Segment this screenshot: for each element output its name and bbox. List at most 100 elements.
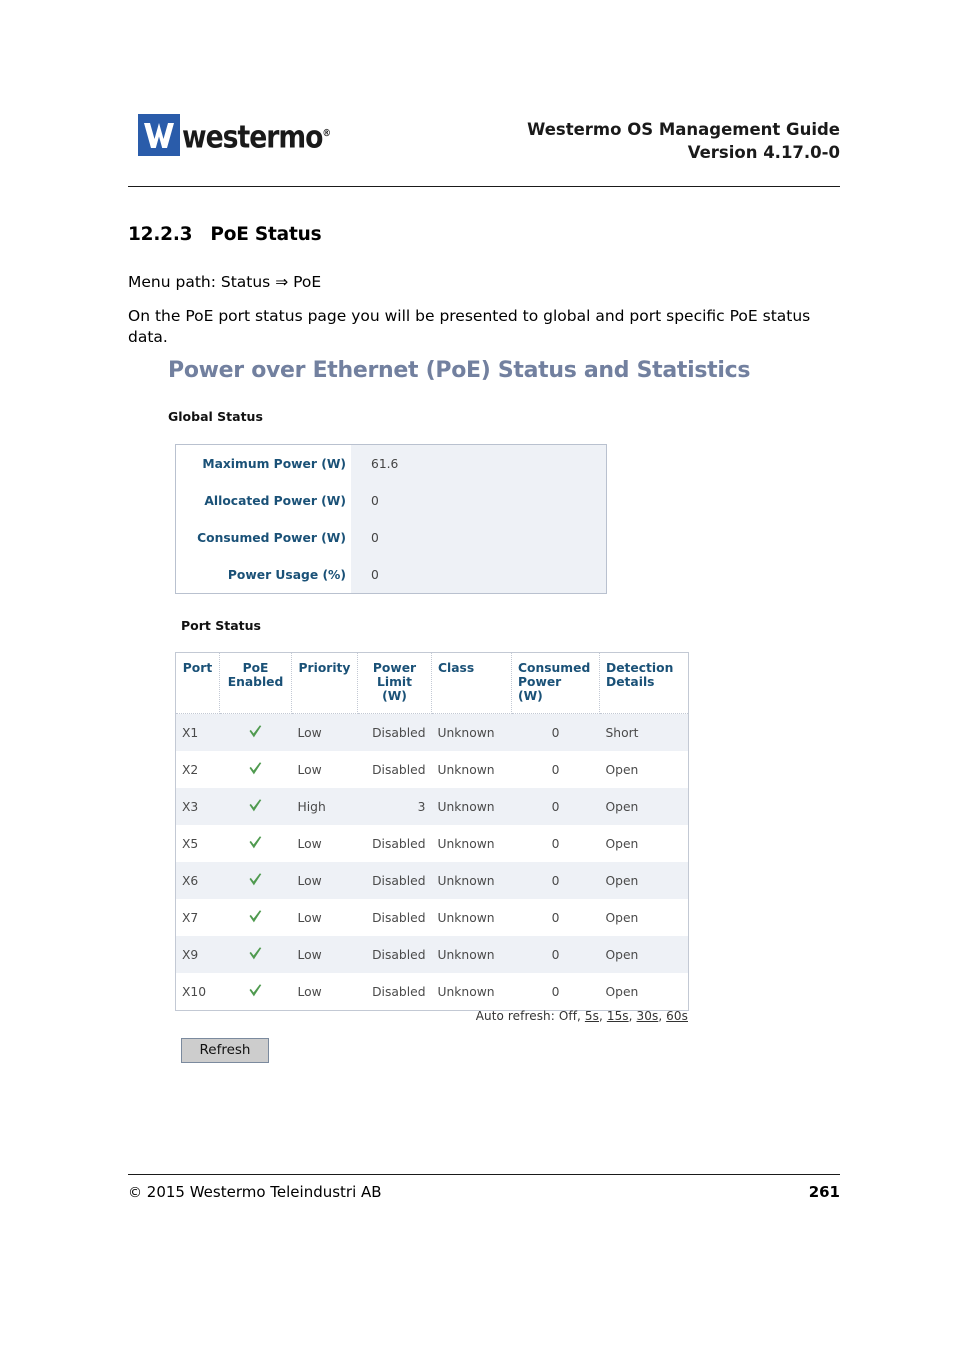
cell-port: X7 xyxy=(175,899,220,936)
header-line: Class xyxy=(438,661,475,675)
cell-consumed-power: 0 xyxy=(511,788,600,825)
global-status-label-cell: Consumed Power (W) xyxy=(175,519,351,556)
cell-priority: Low xyxy=(291,751,358,788)
column-header-poe-enabled: PoE Enabled xyxy=(219,652,292,714)
header-line: Details xyxy=(606,675,655,689)
section-title: PoE Status xyxy=(210,224,322,245)
screenshot-title: Power over Ethernet (PoE) Status and Sta… xyxy=(168,358,751,383)
doc-title: Westermo OS Management Guide xyxy=(527,120,840,139)
global-status-value-cell: 61.6 xyxy=(351,444,607,482)
cell-class: Unknown xyxy=(431,899,512,936)
cell-power-limit: 3 xyxy=(357,788,432,825)
cell-power-limit: Disabled xyxy=(357,713,432,751)
westermo-logo-icon xyxy=(138,114,180,156)
westermo-logo-text: westermo® xyxy=(182,119,331,156)
page-header: westermo® Westermo OS Management Guide V… xyxy=(128,108,840,188)
auto-refresh-15s[interactable]: 15s xyxy=(607,1009,629,1023)
cell-consumed-power: 0 xyxy=(511,751,600,788)
embedded-screenshot: Power over Ethernet (PoE) Status and Sta… xyxy=(165,352,805,424)
copyright-icon: © xyxy=(128,1185,142,1201)
separator: , xyxy=(598,1009,603,1023)
cell-detection-details: Open xyxy=(599,936,689,973)
column-header-class: Class xyxy=(431,652,512,714)
cell-port: X10 xyxy=(175,973,220,1011)
auto-refresh-off[interactable]: Off xyxy=(559,1009,577,1023)
cell-consumed-power: 0 xyxy=(511,862,600,899)
cell-port: X2 xyxy=(175,751,220,788)
header-line: (W) xyxy=(382,689,407,703)
header-line: Limit xyxy=(377,675,412,689)
cell-detection-details: Open xyxy=(599,973,689,1011)
menu-path: Menu path: Status ⇒ PoE xyxy=(128,273,322,291)
cell-consumed-power: 0 xyxy=(511,899,600,936)
cell-class: Unknown xyxy=(431,825,512,862)
check-icon xyxy=(248,909,263,924)
port-status-table: Port PoE Enabled Priority Power Limit (W… xyxy=(175,652,689,1011)
check-icon xyxy=(248,798,263,813)
cell-detection-details: Short xyxy=(599,713,689,751)
table-row: Maximum Power (W) 61.6 xyxy=(175,444,607,482)
cell-poe-enabled xyxy=(219,751,292,788)
header-line: (W) xyxy=(518,689,543,703)
cell-poe-enabled xyxy=(219,713,292,751)
cell-power-limit: Disabled xyxy=(357,973,432,1011)
header-line: Priority xyxy=(298,661,351,675)
table-row: Consumed Power (W) 0 xyxy=(175,519,607,556)
table-row: X3 High 3 Unknown 0 Open xyxy=(175,788,689,825)
registered-mark-icon: ® xyxy=(322,128,331,139)
cell-class: Unknown xyxy=(431,751,512,788)
global-status-label: Global Status xyxy=(168,409,263,424)
table-row: Power Usage (%) 0 xyxy=(175,556,607,594)
section-number: 12.2.3 xyxy=(128,224,193,245)
cell-poe-enabled xyxy=(219,899,292,936)
separator: , xyxy=(658,1009,663,1023)
global-status-table: Maximum Power (W) 61.6 Allocated Power (… xyxy=(175,444,607,594)
global-status-value-cell: 0 xyxy=(351,482,607,519)
cell-priority: High xyxy=(291,788,358,825)
cell-port: X3 xyxy=(175,788,220,825)
cell-port: X6 xyxy=(175,862,220,899)
cell-priority: Low xyxy=(291,936,358,973)
cell-class: Unknown xyxy=(431,973,512,1011)
column-header-consumed-power: Consumed Power (W) xyxy=(511,652,600,714)
separator: , xyxy=(628,1009,633,1023)
cell-detection-details: Open xyxy=(599,862,689,899)
column-header-priority: Priority xyxy=(291,652,358,714)
port-status-table-body: X1 Low Disabled Unknown 0 Short X2 Low Disabled U… xyxy=(175,713,689,1011)
header-divider xyxy=(128,186,840,187)
cell-port: X1 xyxy=(175,713,220,751)
check-icon xyxy=(248,835,263,850)
table-row: X9 Low Disabled Unknown 0 Open xyxy=(175,936,689,973)
column-header-power-limit: Power Limit (W) xyxy=(357,652,432,714)
page-title: 12.2.3 PoE Status xyxy=(128,224,322,245)
doc-version: Version 4.17.0-0 xyxy=(687,143,840,162)
column-header-port: Port xyxy=(175,652,220,714)
cell-class: Unknown xyxy=(431,862,512,899)
cell-priority: Low xyxy=(291,825,358,862)
global-status-label-cell: Maximum Power (W) xyxy=(175,444,351,482)
cell-poe-enabled xyxy=(219,788,292,825)
footer-copyright: © 2015 Westermo Teleindustri AB xyxy=(128,1183,382,1201)
auto-refresh-5s[interactable]: 5s xyxy=(585,1009,599,1023)
table-row: X10 Low Disabled Unknown 0 Open xyxy=(175,973,689,1011)
check-icon xyxy=(248,983,263,998)
cell-detection-details: Open xyxy=(599,751,689,788)
intro-paragraph: On the PoE port status page you will be … xyxy=(128,307,811,346)
auto-refresh-30s[interactable]: 30s xyxy=(637,1009,659,1023)
cell-consumed-power: 0 xyxy=(511,825,600,862)
table-header-row: Port PoE Enabled Priority Power Limit (W… xyxy=(175,652,689,714)
global-status-value-cell: 0 xyxy=(351,556,607,594)
cell-class: Unknown xyxy=(431,713,512,751)
auto-refresh-60s[interactable]: 60s xyxy=(666,1009,688,1023)
footer-divider xyxy=(128,1174,840,1175)
cell-consumed-power: 0 xyxy=(511,713,600,751)
cell-detection-details: Open xyxy=(599,825,689,862)
cell-power-limit: Disabled xyxy=(357,751,432,788)
auto-refresh-prefix: Auto refresh: xyxy=(475,1009,555,1023)
header-line: Power xyxy=(372,661,417,675)
header-line: Enabled xyxy=(227,675,284,689)
cell-power-limit: Disabled xyxy=(357,936,432,973)
document-page: westermo® Westermo OS Management Guide V… xyxy=(0,0,954,1350)
table-row: X7 Low Disabled Unknown 0 Open xyxy=(175,899,689,936)
refresh-button[interactable]: Refresh xyxy=(181,1038,269,1063)
